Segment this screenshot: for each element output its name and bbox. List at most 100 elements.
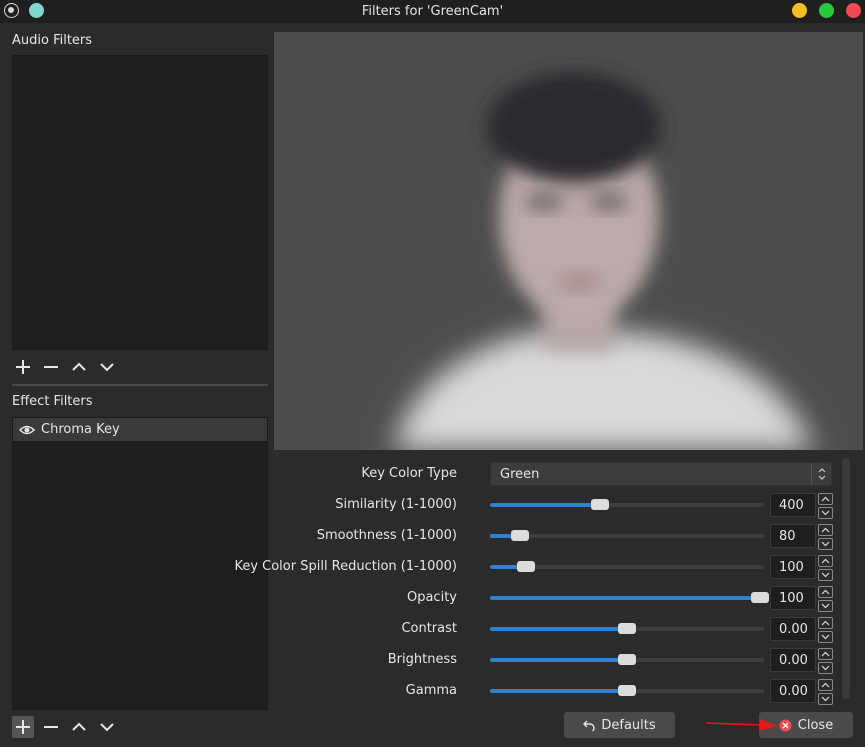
move-up-effect-filter-button[interactable] xyxy=(68,716,90,738)
opacity-label: Opacity xyxy=(406,590,457,605)
similarity-label: Similarity (1-1000) xyxy=(335,497,457,512)
decrement-button[interactable] xyxy=(818,600,833,612)
key-color-type-row: Key Color Type Green xyxy=(274,462,842,488)
contrast-row: Contrast 0.00 xyxy=(274,617,842,643)
section-divider xyxy=(12,384,268,386)
gamma-slider[interactable] xyxy=(490,685,764,696)
contrast-stepper xyxy=(818,617,833,643)
maximize-icon[interactable] xyxy=(819,3,834,18)
remove-audio-filter-button[interactable] xyxy=(40,356,62,378)
decrement-button[interactable] xyxy=(818,631,833,643)
annotation-arrow-icon xyxy=(705,719,778,731)
increment-button[interactable] xyxy=(818,679,833,691)
contrast-slider-handle[interactable] xyxy=(618,623,636,634)
move-down-effect-filter-button[interactable] xyxy=(96,716,118,738)
list-item-chroma-key[interactable]: Chroma Key xyxy=(13,418,267,441)
gamma-stepper xyxy=(818,679,833,705)
decrement-button[interactable] xyxy=(818,693,833,705)
app-icon[interactable] xyxy=(4,3,19,18)
source-preview xyxy=(274,32,863,450)
eye-icon[interactable] xyxy=(19,424,35,436)
opacity-slider-handle[interactable] xyxy=(751,592,769,603)
similarity-slider-fill xyxy=(490,503,600,507)
smoothness-row: Smoothness (1-1000) 80 xyxy=(274,524,842,550)
defaults-button[interactable]: Defaults xyxy=(564,712,675,738)
gamma-input[interactable]: 0.00 xyxy=(770,679,816,703)
move-up-icon xyxy=(72,722,86,731)
move-down-audio-filter-button[interactable] xyxy=(96,356,118,378)
close-window-icon[interactable] xyxy=(846,3,861,18)
smoothness-slider[interactable] xyxy=(490,530,764,541)
similarity-slider-handle[interactable] xyxy=(591,499,609,510)
move-up-icon xyxy=(72,362,86,371)
key-color-spill-reduction-input[interactable]: 100 xyxy=(770,555,816,579)
similarity-slider[interactable] xyxy=(490,499,764,510)
increment-button[interactable] xyxy=(818,586,833,598)
similarity-stepper xyxy=(818,493,833,519)
properties-scrollbar[interactable] xyxy=(842,458,850,699)
key-color-spill-reduction-stepper xyxy=(818,555,833,581)
opacity-row: Opacity 100 xyxy=(274,586,842,612)
minimize-icon[interactable] xyxy=(792,3,807,18)
pin-icon[interactable] xyxy=(29,3,44,18)
chevron-up-icon xyxy=(821,682,830,688)
chevron-down-icon xyxy=(821,634,830,640)
decrement-button[interactable] xyxy=(818,507,833,519)
chevron-down-icon xyxy=(821,572,830,578)
move-up-audio-filter-button[interactable] xyxy=(68,356,90,378)
chevron-down-icon xyxy=(821,696,830,702)
increment-button[interactable] xyxy=(818,555,833,567)
remove-icon xyxy=(44,366,58,368)
effect-filters-toolbar xyxy=(12,716,118,738)
brightness-row: Brightness 0.00 xyxy=(274,648,842,674)
filter-name: Chroma Key xyxy=(41,422,120,437)
remove-effect-filter-button[interactable] xyxy=(40,716,62,738)
key-color-type-select[interactable]: Green xyxy=(490,462,832,486)
move-down-icon xyxy=(100,363,114,372)
chevron-up-icon xyxy=(821,620,830,626)
similarity-input[interactable]: 400 xyxy=(770,493,816,517)
effect-filters-list[interactable]: Chroma Key xyxy=(12,417,268,710)
gamma-row: Gamma 0.00 xyxy=(274,679,842,705)
brightness-slider-handle[interactable] xyxy=(618,654,636,665)
add-audio-filter-button[interactable] xyxy=(12,356,34,378)
chevron-down-icon xyxy=(821,603,830,609)
increment-button[interactable] xyxy=(818,493,833,505)
add-icon xyxy=(16,720,30,734)
opacity-slider[interactable] xyxy=(490,592,769,603)
chevron-up-icon xyxy=(821,558,830,564)
chevron-updown-icon xyxy=(811,463,831,485)
smoothness-input[interactable]: 80 xyxy=(770,524,816,548)
decrement-button[interactable] xyxy=(818,662,833,674)
key-color-spill-reduction-slider-handle[interactable] xyxy=(517,561,535,572)
add-effect-filter-button[interactable] xyxy=(12,716,34,738)
decrement-button[interactable] xyxy=(818,538,833,550)
opacity-input[interactable]: 100 xyxy=(770,586,816,610)
chevron-down-icon xyxy=(821,510,830,516)
increment-button[interactable] xyxy=(818,648,833,660)
brightness-input[interactable]: 0.00 xyxy=(770,648,816,672)
gamma-slider-handle[interactable] xyxy=(618,685,636,696)
filter-properties: Key Color Type Green Similarity (1-1000)… xyxy=(234,452,863,707)
audio-filters-list[interactable] xyxy=(12,55,268,350)
chevron-up-icon xyxy=(821,496,830,502)
close-circle-icon xyxy=(779,719,792,731)
gamma-slider-fill xyxy=(490,689,627,693)
contrast-slider[interactable] xyxy=(490,623,764,634)
title-bar: Filters for 'GreenCam' xyxy=(0,0,865,23)
smoothness-stepper xyxy=(818,524,833,550)
audio-filters-label: Audio Filters xyxy=(12,33,93,48)
defaults-button-label: Defaults xyxy=(601,717,656,733)
chevron-down-icon xyxy=(821,541,830,547)
increment-button[interactable] xyxy=(818,524,833,536)
key-color-type-value: Green xyxy=(500,466,540,482)
smoothness-slider-handle[interactable] xyxy=(511,530,529,541)
brightness-slider-fill xyxy=(490,658,627,662)
increment-button[interactable] xyxy=(818,617,833,629)
brightness-slider[interactable] xyxy=(490,654,764,665)
remove-icon xyxy=(44,726,58,728)
undo-icon xyxy=(583,720,596,731)
contrast-input[interactable]: 0.00 xyxy=(770,617,816,641)
key-color-spill-reduction-slider[interactable] xyxy=(490,561,764,572)
decrement-button[interactable] xyxy=(818,569,833,581)
